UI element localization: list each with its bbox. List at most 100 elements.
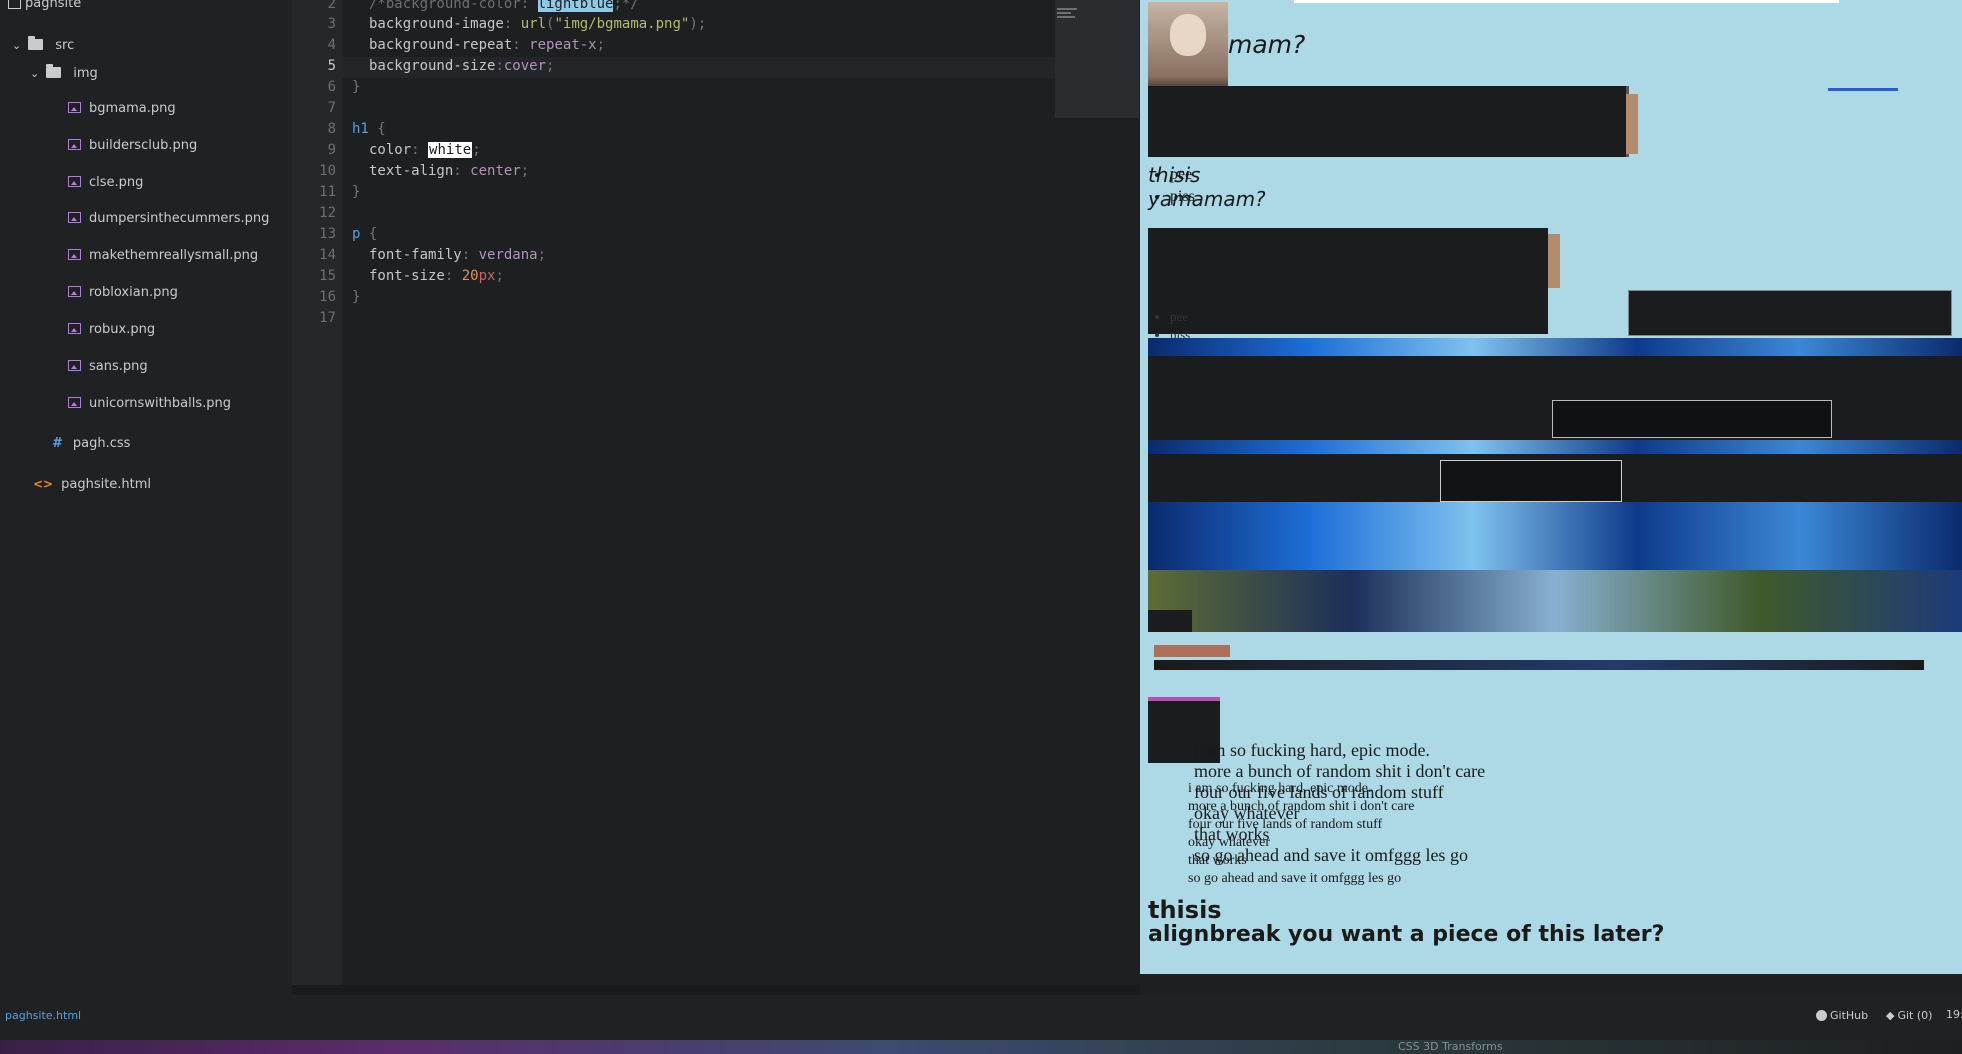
- minimap[interactable]: [1055, 0, 1139, 118]
- code-line-8: h1 {: [352, 121, 386, 137]
- tree-label: buildersclub.png: [89, 138, 198, 153]
- tree-folder-src[interactable]: ⌄ src: [12, 34, 74, 58]
- background-image-strip: [1148, 440, 1962, 454]
- code-line-16: }: [352, 289, 361, 305]
- image-file-icon: [68, 286, 81, 297]
- preview-top-bar: [1294, 0, 1839, 3]
- thin-screenshot-strip: [1154, 660, 1924, 670]
- tree-file-sans[interactable]: sans.png: [68, 355, 148, 379]
- line-number: 13: [319, 226, 336, 242]
- status-bar: paghsite.html GitHub ◆ Git (0) 19:: [0, 995, 1962, 1040]
- git-button[interactable]: ◆ Git (0): [1886, 1008, 1932, 1022]
- image-file-icon: [68, 176, 81, 187]
- tree-label: src: [55, 38, 75, 53]
- code-line-6: }: [352, 79, 361, 95]
- tree-file-unicorns[interactable]: unicornswithballs.png: [68, 392, 231, 416]
- clock: 19:: [1946, 1008, 1962, 1021]
- tree-label: bgmama.png: [89, 101, 176, 116]
- code-editor[interactable]: /*background-color: lightblue;*/ backgro…: [342, 0, 1055, 985]
- dark-block: [1148, 610, 1192, 632]
- code-line-15: font-size: 20px;: [369, 268, 504, 284]
- paragraph-line: more a bunch of random shit i don't care: [1188, 799, 1415, 814]
- git-icon: ◆: [1886, 1009, 1895, 1022]
- github-button[interactable]: GitHub: [1816, 1008, 1868, 1022]
- tree-file-makethemreallysmall[interactable]: makethemreallysmall.png: [68, 244, 258, 268]
- image-file-icon: [68, 360, 81, 371]
- code-line-9: color: white;: [369, 142, 481, 158]
- embedded-screenshot: [1148, 86, 1626, 157]
- tree-label: unicornswithballs.png: [89, 396, 231, 411]
- tree-file-robloxian[interactable]: robloxian.png: [68, 281, 178, 305]
- line-number-gutter: 2 3 4 5 6 7 8 9 10 11 12 13 14 15 16 17: [292, 0, 342, 985]
- thumbnail: [1548, 234, 1560, 288]
- chevron-down-icon: ⌄: [12, 39, 22, 52]
- list-item: pee: [1170, 308, 1195, 326]
- embedded-screenshot-inner: [1440, 460, 1622, 502]
- paragraph-line: okay whatever: [1188, 835, 1271, 850]
- image-file-icon: [68, 249, 81, 260]
- tree-file-bgmama[interactable]: bgmama.png: [68, 97, 176, 121]
- image-file-icon: [68, 139, 81, 150]
- tree-folder-img[interactable]: ⌄ img: [30, 62, 98, 86]
- line-number: 15: [319, 268, 336, 284]
- code-line-2: /*background-color: lightblue;*/: [369, 0, 639, 12]
- live-preview-pane[interactable]: mam? thisis yamamam? pee piss pee piss c…: [1140, 0, 1962, 974]
- tree-label: paghsite.html: [61, 477, 152, 492]
- tree-file-dumpers[interactable]: dumpersinthecummers.png: [68, 207, 269, 231]
- paragraph-line: i am so fucking hard, epic mode.: [1194, 740, 1430, 760]
- project-name: paghsite: [25, 0, 82, 11]
- line-number: 16: [319, 289, 336, 305]
- tree-file-paghsite-html[interactable]: <> paghsite.html: [33, 472, 151, 496]
- css-file-icon: #: [52, 436, 63, 451]
- code-line-4: background-repeat: repeat-x;: [369, 37, 606, 53]
- embedded-screenshot-inner: [1552, 400, 1832, 438]
- tree-file-clse[interactable]: clse.png: [68, 171, 143, 195]
- image-file-icon: [68, 212, 81, 223]
- tree-label: dumpersinthecummers.png: [89, 211, 270, 226]
- paragraph-small: i am so fucking hard, epic mode. more a …: [1188, 780, 1414, 888]
- tree-label: makethemreallysmall.png: [89, 248, 259, 263]
- html-file-icon: <>: [33, 477, 54, 491]
- preview-thisis-bold: thisis: [1148, 896, 1222, 924]
- thumbnail: [1626, 94, 1638, 154]
- background-image-strip: [1148, 502, 1962, 570]
- project-root[interactable]: paghsite: [8, 0, 81, 16]
- line-number: 10: [319, 163, 336, 179]
- tree-file-robux[interactable]: robux.png: [68, 318, 155, 342]
- line-number: 9: [327, 142, 336, 158]
- taskbar-strip: CSS 3D Transforms: [0, 1040, 1962, 1054]
- code-line-5: background-size:cover;: [369, 58, 555, 74]
- line-number: 17: [319, 310, 336, 326]
- image-file-icon: [68, 102, 81, 113]
- git-label: Git (0): [1897, 1009, 1933, 1022]
- image-file-icon: [68, 323, 81, 334]
- minimap-line: [1057, 16, 1075, 18]
- editor-bottom-edge: [292, 985, 1140, 995]
- paragraph-line: i am so fucking hard, epic mode.: [1188, 781, 1372, 796]
- preview-list: pee piss: [1156, 164, 1195, 208]
- paragraph-line: that works: [1188, 853, 1247, 868]
- code-line-14: font-family: verdana;: [369, 247, 547, 263]
- line-number: 14: [319, 247, 336, 263]
- minimap-line: [1057, 12, 1071, 14]
- background-image-strip: [1148, 570, 1962, 632]
- tree-label: robux.png: [89, 322, 156, 337]
- line-number: 12: [319, 205, 336, 221]
- current-file-link[interactable]: paghsite.html: [5, 1009, 81, 1022]
- taskbar-item[interactable]: CSS 3D Transforms: [1398, 1040, 1503, 1054]
- tree-file-pagh-css[interactable]: # pagh.css: [52, 432, 130, 456]
- background-image-strip: [1148, 338, 1962, 356]
- line-number: 4: [327, 37, 336, 53]
- line-number: 2: [327, 0, 336, 12]
- tree-label: clse.png: [89, 175, 144, 190]
- folder-icon: [46, 64, 62, 78]
- preview-alignbreak: alignbreak you want a piece of this late…: [1148, 922, 1665, 947]
- code-line-13: p {: [352, 226, 378, 242]
- tree-label: sans.png: [89, 359, 148, 374]
- tree-file-buildersclub[interactable]: buildersclub.png: [68, 134, 197, 158]
- line-number: 11: [319, 184, 336, 200]
- line-number: 7: [327, 100, 336, 116]
- preview-heading-mam: mam?: [1228, 30, 1306, 59]
- line-number: 3: [327, 16, 336, 32]
- line-number: 6: [327, 79, 336, 95]
